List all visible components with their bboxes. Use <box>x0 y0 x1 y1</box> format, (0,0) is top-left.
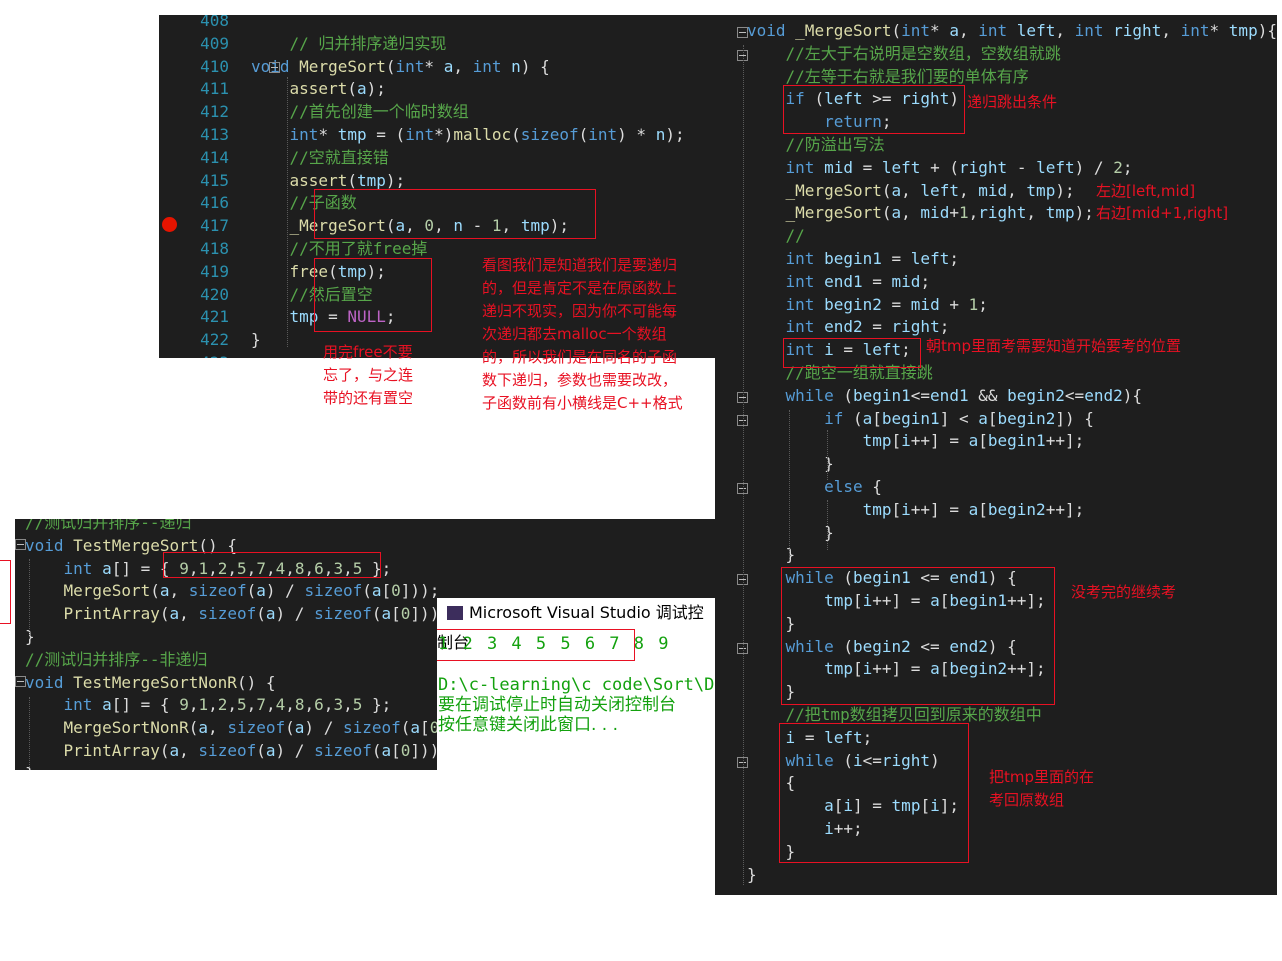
selection-marker <box>0 560 11 624</box>
editor-panel-submerge: void _MergeSort(int* a, int left, int ri… <box>715 15 1277 895</box>
highlight-box-exit <box>783 85 965 134</box>
code-line[interactable]: void TestMergeSortNonR() { <box>25 672 275 694</box>
code-line[interactable]: } <box>747 544 796 566</box>
line-number: 416 <box>200 193 229 213</box>
console-app-icon <box>447 606 463 620</box>
line-number: 419 <box>200 261 229 281</box>
code-line[interactable]: tmp[i++] = a[begin2++]; <box>747 499 1085 521</box>
line-number: 421 <box>200 307 229 327</box>
annotation-rest: 没考完的继续考 <box>1071 583 1177 601</box>
line-number: 423 <box>185 352 229 358</box>
code-line[interactable]: int* tmp = (int*)malloc(sizeof(int) * n)… <box>251 124 685 146</box>
code-line[interactable]: else { <box>747 476 882 498</box>
indent-guide <box>29 559 30 639</box>
highlight-box-array <box>163 552 381 578</box>
line-number: 408 <box>200 15 229 30</box>
code-line[interactable]: _MergeSort(a, mid+1,right, tmp); <box>747 202 1094 224</box>
line-number: 413 <box>200 125 229 144</box>
line-number: 420 <box>200 284 229 304</box>
code-line[interactable]: int a[] = { 9,1,2,5,7,4,8,6,3,5 }; <box>25 694 392 716</box>
annotation-left-range: 左边[left,mid] <box>1096 182 1196 200</box>
fold-toggle-icon[interactable] <box>15 539 26 550</box>
code-line[interactable]: } <box>747 864 757 886</box>
highlight-box-copy <box>779 723 969 863</box>
code-line[interactable]: assert(a); <box>251 78 386 100</box>
console-path: D:\c-learning\c code\Sort\Debug <box>438 675 715 695</box>
line-number: 409 <box>200 33 229 53</box>
highlight-box-i <box>783 338 921 368</box>
code-line[interactable]: //空就直接错 <box>251 147 389 169</box>
code-line[interactable]: void _MergeSort(int* a, int left, int ri… <box>747 20 1277 42</box>
code-line[interactable]: MergeSortNonR(a, sizeof(a) / sizeof(a[0]… <box>25 717 478 739</box>
annotation-subfunction-explain: 看图我们是知道我们是要递归 的，但是肯定不是在原函数上 递归不现实，因为你不可能… <box>482 256 683 412</box>
annotation-right-range: 右边[mid+1,right] <box>1096 204 1229 222</box>
line-number: 415 <box>200 170 229 190</box>
code-line[interactable]: //不用了就free掉 <box>251 238 428 260</box>
code-line[interactable]: //测试归并排序--非递归 <box>25 649 208 671</box>
code-line[interactable]: if (a[begin1] < a[begin2]) { <box>747 408 1094 430</box>
highlight-box-free <box>314 258 432 332</box>
code-line[interactable]: // 归并排序递归实现 <box>251 33 447 55</box>
line-number: 412 <box>200 102 229 122</box>
highlight-box-output <box>437 629 635 661</box>
indent-guide <box>827 430 828 480</box>
line-number: 422 <box>200 330 229 350</box>
code-line[interactable]: int mid = left + (right - left) / 2; <box>747 157 1133 179</box>
code-line[interactable]: } <box>747 453 834 475</box>
highlight-box-subfunction <box>314 189 596 239</box>
annotation-free-reminder: 用完free不要 忘了，与之连 带的还有置空 <box>323 343 414 407</box>
indent-guide <box>287 77 288 347</box>
fold-toggle-icon[interactable] <box>737 27 748 38</box>
code-line[interactable]: } <box>747 522 834 544</box>
code-line[interactable]: while (begin1<=end1 && begin2<=end2){ <box>747 385 1142 407</box>
code-line[interactable]: //左大于右说明是空数组，空数组就跳 <box>747 43 1061 65</box>
fold-toggle-icon[interactable] <box>269 62 280 73</box>
indent-guide <box>29 697 30 767</box>
code-line[interactable]: PrintArray(a, sizeof(a) / sizeof(a[0])); <box>25 740 449 762</box>
annotation-copy-back: 把tmp里面的在 考回原数组 <box>989 768 1095 809</box>
indent-guide <box>743 45 744 885</box>
breakpoint-icon[interactable] <box>162 217 177 232</box>
console-title-bar[interactable]: Microsoft Visual Studio 调试控制台 <box>437 598 715 652</box>
line-number: 411 <box>200 79 229 99</box>
code-line[interactable]: MergeSort(a, sizeof(a) / sizeof(a[0])); <box>25 580 440 602</box>
line-number: 414 <box>200 147 229 167</box>
line-number: 410 <box>200 56 229 76</box>
code-line[interactable]: int end2 = right; <box>747 316 950 338</box>
line-number: 417 <box>200 216 229 236</box>
code-line[interactable]: tmp[i++] = a[begin1++]; <box>747 430 1085 452</box>
code-line[interactable]: PrintArray(a, sizeof(a) / sizeof(a[0])); <box>25 603 449 625</box>
annotation-exit-condition: 递归跳出条件 <box>967 93 1058 111</box>
code-line[interactable]: int begin2 = mid + 1; <box>747 294 988 316</box>
indent-guide <box>789 410 790 560</box>
highlight-box-rest <box>781 567 1055 705</box>
code-line[interactable]: _MergeSort(a, left, mid, tmp); <box>747 180 1075 202</box>
annotation-i-position: 朝tmp里面考需要知道开始要考的位置 <box>926 337 1182 355</box>
debug-console-window[interactable]: Microsoft Visual Studio 调试控制台 1 2 3 4 5 … <box>437 598 715 770</box>
console-msg-press: 按任意键关闭此窗口. . . <box>438 715 619 735</box>
code-line[interactable]: void MergeSort(int* a, int n) { <box>251 56 550 78</box>
code-line[interactable]: int begin1 = left; <box>747 248 959 270</box>
code-line[interactable]: int end1 = mid; <box>747 271 931 293</box>
code-line[interactable]: } <box>251 329 261 351</box>
code-line[interactable]: // <box>747 225 805 247</box>
console-msg-close: 要在调试停止时自动关闭控制台 <box>438 695 676 715</box>
line-number: 418 <box>200 239 229 258</box>
code-line[interactable]: //首先创建一个临时数组 <box>251 101 469 123</box>
fold-toggle-icon[interactable] <box>15 676 26 687</box>
indent-guide <box>827 500 828 550</box>
code-line[interactable]: //防溢出写法 <box>747 134 885 156</box>
code-line[interactable]: //测试归并排序--递归 <box>25 519 192 534</box>
